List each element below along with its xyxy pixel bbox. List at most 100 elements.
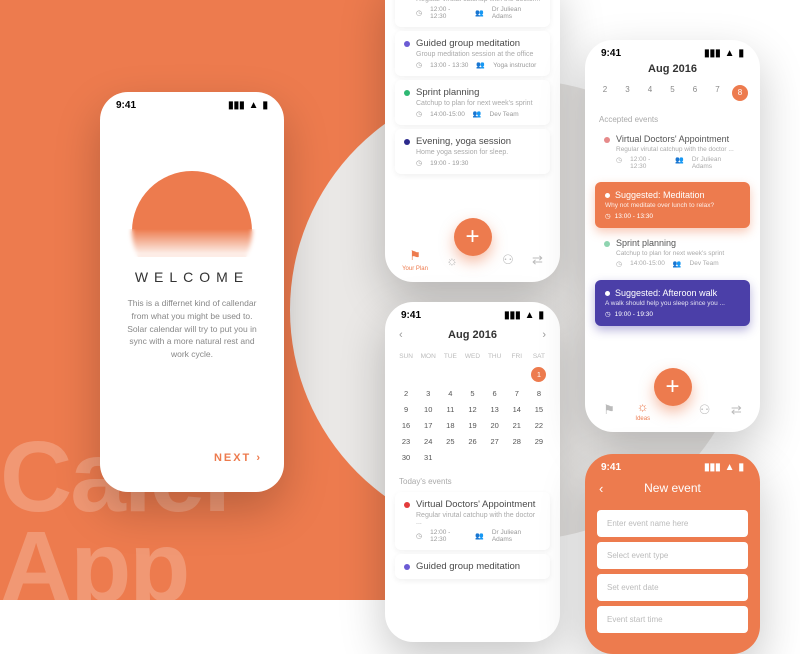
- calendar-day[interactable]: 26: [461, 433, 483, 449]
- phone-ideas: 9:41 ▮▮▮▲▮ Aug 2016 2345678 Accepted eve…: [585, 40, 760, 432]
- calendar-day[interactable]: 7: [506, 385, 528, 401]
- tab-profile[interactable]: ⚇: [699, 402, 711, 418]
- calendar-day[interactable]: 6: [484, 385, 506, 401]
- event-card[interactable]: Virtual Doctors' Appointment Regular vir…: [395, 0, 550, 27]
- event-color-dot: [404, 90, 410, 96]
- tab-ideas[interactable]: ☼: [446, 253, 458, 268]
- event-subtitle: Regular virutal catchup with the doctor.…: [416, 0, 541, 3]
- tab-your-plan[interactable]: ⚑Your Plan: [402, 248, 428, 272]
- swap-icon: ⇄: [731, 402, 742, 418]
- clock-icon: ◷: [605, 310, 611, 318]
- battery-icon: ▮: [538, 310, 544, 321]
- tab-profile[interactable]: ⚇: [502, 252, 514, 268]
- signal-icon: ▮▮▮: [228, 100, 245, 111]
- week-day[interactable]: 2: [597, 85, 613, 101]
- calendar-day[interactable]: 25: [439, 433, 461, 449]
- calendar-day[interactable]: 9: [395, 401, 417, 417]
- week-strip: 2345678: [585, 81, 760, 109]
- week-day[interactable]: 7: [710, 85, 726, 101]
- event-card[interactable]: Guided group meditation: [395, 554, 550, 579]
- clock-icon: ◷: [416, 159, 422, 167]
- event-title: Sprint planning: [616, 238, 741, 248]
- calendar-day[interactable]: 21: [506, 417, 528, 433]
- calendar-day[interactable]: 20: [484, 417, 506, 433]
- calendar-grid: SUNMONTUEWEDTHUFRISAT1234567891011121314…: [385, 347, 560, 471]
- calendar-dow: SUN: [395, 349, 417, 363]
- calendar-day[interactable]: 4: [439, 385, 461, 401]
- tab-swap[interactable]: ⇄: [532, 252, 543, 268]
- suggested-card-walk[interactable]: Suggested: Afteroon walk A walk should h…: [595, 280, 750, 326]
- calendar-day[interactable]: 11: [439, 401, 461, 417]
- calendar-day[interactable]: 30: [395, 449, 417, 465]
- month-label: Aug 2016: [448, 329, 497, 341]
- calendar-day[interactable]: 27: [484, 433, 506, 449]
- calendar-day[interactable]: 16: [395, 417, 417, 433]
- event-card[interactable]: Virtual Doctors' Appointment Regular vir…: [595, 128, 750, 176]
- week-day[interactable]: 6: [687, 85, 703, 101]
- week-day[interactable]: 3: [620, 85, 636, 101]
- back-button[interactable]: ‹: [599, 481, 603, 496]
- event-meta: ◷14:00-15:00👥Dev Team: [416, 110, 541, 118]
- event-subtitle: Regular virutal catchup with the doctor …: [616, 146, 741, 153]
- suggested-card-meditation[interactable]: Suggested: Meditation Why not meditate o…: [595, 182, 750, 228]
- new-event-field[interactable]: Event start time: [597, 606, 748, 633]
- tab-your-plan[interactable]: ⚑: [603, 402, 615, 418]
- prev-month-button[interactable]: ‹: [399, 329, 403, 341]
- calendar-day[interactable]: 15: [528, 401, 550, 417]
- event-card[interactable]: Guided group meditation Group meditation…: [395, 31, 550, 76]
- tab-swap[interactable]: ⇄: [731, 402, 742, 418]
- event-title: Guided group meditation: [416, 38, 541, 49]
- new-event-field[interactable]: Select event type: [597, 542, 748, 569]
- event-card[interactable]: Sprint planning Catchup to plan for next…: [595, 232, 750, 274]
- event-title: Sprint planning: [416, 87, 541, 98]
- calendar-day[interactable]: 12: [461, 401, 483, 417]
- event-card[interactable]: Evening, yoga session Home yoga session …: [395, 129, 550, 174]
- event-card[interactable]: Virtual Doctors' Appointment Regular vir…: [395, 492, 550, 550]
- clock-icon: ◷: [416, 532, 422, 540]
- people-icon: 👥: [475, 9, 484, 17]
- calendar-day: [506, 449, 528, 465]
- week-day[interactable]: 8: [732, 85, 748, 101]
- next-month-button[interactable]: ›: [542, 329, 546, 341]
- signal-icon: ▮▮▮: [704, 48, 721, 59]
- event-meta: ◷19:00 - 19:30: [416, 159, 541, 167]
- calendar-day[interactable]: 18: [439, 417, 461, 433]
- people-icon: 👥: [473, 110, 482, 118]
- week-day[interactable]: 4: [642, 85, 658, 101]
- clock-icon: ◷: [416, 110, 422, 118]
- horizon-blur: [100, 229, 284, 257]
- calendar-day[interactable]: 8: [528, 385, 550, 401]
- calendar-day[interactable]: 29: [528, 433, 550, 449]
- calendar-day[interactable]: 10: [417, 401, 439, 417]
- calendar-day[interactable]: 2: [395, 385, 417, 401]
- calendar-day[interactable]: 17: [417, 417, 439, 433]
- calendar-day[interactable]: 1: [528, 363, 550, 385]
- calendar-day: [395, 363, 417, 385]
- event-title: Guided group meditation: [416, 561, 541, 572]
- signal-icon: ▮▮▮: [504, 310, 521, 321]
- calendar-day[interactable]: 5: [461, 385, 483, 401]
- calendar-day[interactable]: 24: [417, 433, 439, 449]
- calendar-dow: FRI: [506, 349, 528, 363]
- event-card[interactable]: Sprint planning Catchup to plan for next…: [395, 80, 550, 125]
- wifi-icon: ▲: [725, 48, 735, 59]
- event-title: Virtual Doctors' Appointment: [416, 499, 541, 510]
- calendar-day[interactable]: 3: [417, 385, 439, 401]
- calendar-day[interactable]: 23: [395, 433, 417, 449]
- next-button[interactable]: NEXT ›: [214, 452, 262, 464]
- new-event-field[interactable]: Set event date: [597, 574, 748, 601]
- week-day[interactable]: 5: [665, 85, 681, 101]
- calendar-day[interactable]: 14: [506, 401, 528, 417]
- person-icon: ⚇: [502, 252, 514, 268]
- calendar-day[interactable]: 13: [484, 401, 506, 417]
- tab-ideas[interactable]: ☼Ideas: [635, 399, 650, 422]
- calendar-dow: WED: [461, 349, 483, 363]
- calendar-day[interactable]: 31: [417, 449, 439, 465]
- calendar-day[interactable]: 28: [506, 433, 528, 449]
- event-color-dot: [404, 139, 410, 145]
- calendar-day: [528, 449, 550, 465]
- calendar-day[interactable]: 19: [461, 417, 483, 433]
- new-event-field[interactable]: Enter event name here: [597, 510, 748, 537]
- calendar-day[interactable]: 22: [528, 417, 550, 433]
- person-icon: ⚇: [699, 402, 711, 418]
